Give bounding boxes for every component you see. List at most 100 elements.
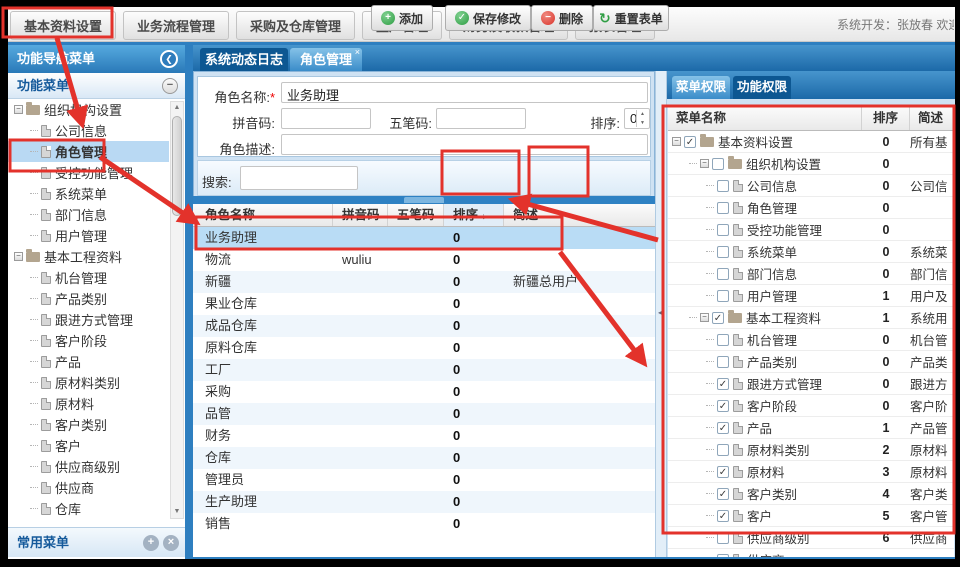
- sidebar-collapse-icon[interactable]: ❮: [160, 50, 178, 68]
- clear-favorite-icon[interactable]: ×: [163, 535, 179, 551]
- role-table-row[interactable]: 销售0: [193, 513, 655, 535]
- permission-row[interactable]: −组织机构设置0: [668, 153, 954, 175]
- role-desc-input[interactable]: [281, 134, 648, 155]
- permission-checkbox[interactable]: ✓: [684, 136, 696, 148]
- role-table-row[interactable]: 新疆0新疆总用户: [193, 271, 655, 293]
- perm-column-sort[interactable]: 排序: [862, 107, 910, 130]
- add-button[interactable]: +添加: [371, 5, 433, 31]
- permission-checkbox[interactable]: ✓: [712, 312, 724, 324]
- vertical-splitter[interactable]: ◂: [655, 71, 667, 557]
- role-table-row[interactable]: 品管0: [193, 403, 655, 425]
- sidebar-tree-item[interactable]: 原材料类别: [8, 372, 169, 393]
- sidebar-tree-item[interactable]: 角色管理: [8, 141, 169, 162]
- permission-checkbox[interactable]: [717, 246, 729, 258]
- permission-row[interactable]: 原材料类别2原材料: [668, 439, 954, 461]
- permission-row[interactable]: 产品类别0产品类: [668, 351, 954, 373]
- sidebar-footer[interactable]: 常用菜单 + ×: [8, 527, 185, 557]
- tree-toggle-icon[interactable]: −: [672, 137, 681, 146]
- save-button[interactable]: ✓保存修改: [445, 5, 531, 31]
- permission-row[interactable]: ✓原材料3原材料: [668, 461, 954, 483]
- sidebar-tree-item[interactable]: 跟进方式管理: [8, 309, 169, 330]
- permission-row[interactable]: 受控功能管理0: [668, 219, 954, 241]
- permission-row[interactable]: 机台管理0机台管: [668, 329, 954, 351]
- role-table-row[interactable]: 财务0: [193, 425, 655, 447]
- top-menu-item[interactable]: 业务流程管理: [123, 11, 229, 40]
- tab-role-management[interactable]: 角色管理 ×: [290, 48, 362, 71]
- delete-button[interactable]: −删除: [531, 5, 593, 31]
- pinyin-input[interactable]: [281, 108, 371, 129]
- permission-checkbox[interactable]: ✓: [717, 488, 729, 500]
- permission-checkbox[interactable]: [717, 268, 729, 280]
- sidebar-tree-item[interactable]: 系统菜单: [8, 183, 169, 204]
- sidebar-tree-item[interactable]: −组织机构设置: [8, 99, 169, 120]
- permission-checkbox[interactable]: ✓: [717, 400, 729, 412]
- top-menu-item[interactable]: 基本资料设置: [10, 11, 116, 40]
- sidebar-tree-item[interactable]: 机台管理: [8, 267, 169, 288]
- sidebar-tree-item[interactable]: −基本工程资料: [8, 246, 169, 267]
- collapse-left-icon[interactable]: ◂: [658, 308, 662, 317]
- perm-column-menu-name[interactable]: 菜单名称: [668, 107, 862, 130]
- column-header-desc[interactable]: 简述: [504, 204, 655, 226]
- sidebar-tree-item[interactable]: 供应商级别: [8, 456, 169, 477]
- role-table-row[interactable]: 成品仓库0: [193, 315, 655, 337]
- scrollbar-thumb[interactable]: [172, 116, 182, 216]
- sidebar-tree-item[interactable]: 用户管理: [8, 225, 169, 246]
- permission-row[interactable]: 系统菜单0系统菜: [668, 241, 954, 263]
- role-table-row[interactable]: 采购0: [193, 381, 655, 403]
- sidebar-tree-item[interactable]: 产品: [8, 351, 169, 372]
- role-name-input[interactable]: 业务助理: [281, 82, 648, 103]
- permission-row[interactable]: 供应商: [668, 549, 954, 557]
- permission-checkbox[interactable]: [717, 444, 729, 456]
- role-table-row[interactable]: 物流wuliu0: [193, 249, 655, 271]
- permission-checkbox[interactable]: ✓: [717, 466, 729, 478]
- tab-menu-permissions[interactable]: 菜单权限: [672, 76, 730, 99]
- permission-checkbox[interactable]: [717, 202, 729, 214]
- sidebar-tree-item[interactable]: 客户类别: [8, 414, 169, 435]
- tree-toggle-icon[interactable]: −: [700, 159, 709, 168]
- tab-function-permissions[interactable]: 功能权限: [733, 76, 791, 99]
- column-header-pinyin[interactable]: 拼音码: [333, 204, 388, 226]
- permission-checkbox[interactable]: [717, 180, 729, 192]
- permission-row[interactable]: 公司信息0公司信: [668, 175, 954, 197]
- sidebar-scrollbar[interactable]: ▲ ▼: [170, 101, 184, 519]
- role-table-row[interactable]: 工厂0: [193, 359, 655, 381]
- tree-toggle-icon[interactable]: −: [700, 313, 709, 322]
- tab-close-icon[interactable]: ×: [355, 48, 360, 57]
- permission-row[interactable]: ✓产品1产品管: [668, 417, 954, 439]
- add-favorite-icon[interactable]: +: [143, 535, 159, 551]
- permission-row[interactable]: ✓客户类别4客户类: [668, 483, 954, 505]
- permission-row[interactable]: ✓客户5客户管: [668, 505, 954, 527]
- sidebar-tree-item[interactable]: 原材料: [8, 393, 169, 414]
- top-menu-item[interactable]: 采购及仓库管理: [236, 11, 355, 40]
- tree-toggle-icon[interactable]: −: [14, 105, 23, 114]
- permission-row[interactable]: 用户管理1用户及: [668, 285, 954, 307]
- horizontal-splitter[interactable]: [193, 196, 655, 204]
- spinner-arrows-icon[interactable]: ▲▼: [636, 110, 648, 127]
- reset-button[interactable]: ↻重置表单: [593, 5, 669, 31]
- column-header-wubi[interactable]: 五笔码: [388, 204, 444, 226]
- role-table-row[interactable]: 业务助理0: [193, 227, 655, 249]
- permission-row[interactable]: ✓跟进方式管理0跟进方: [668, 373, 954, 395]
- column-header-sort[interactable]: 排序 ↓: [444, 204, 504, 226]
- permission-checkbox[interactable]: [717, 224, 729, 236]
- sidebar-section-header[interactable]: 功能菜单 −: [8, 73, 185, 99]
- sidebar-tree-item[interactable]: 产品类别: [8, 288, 169, 309]
- wubi-input[interactable]: [436, 108, 526, 129]
- role-table-row[interactable]: 果业仓库0: [193, 293, 655, 315]
- tab-system-log[interactable]: 系统动态日志: [200, 48, 288, 71]
- permission-checkbox[interactable]: [712, 158, 724, 170]
- collapse-minus-icon[interactable]: −: [162, 78, 178, 94]
- sidebar-tree-item[interactable]: 部门信息: [8, 204, 169, 225]
- role-table-row[interactable]: 生产助理0: [193, 491, 655, 513]
- search-input[interactable]: [240, 166, 358, 190]
- sidebar-tree-item[interactable]: 受控功能管理: [8, 162, 169, 183]
- tree-toggle-icon[interactable]: −: [14, 252, 23, 261]
- permission-row[interactable]: 供应商级别6供应商: [668, 527, 954, 549]
- permission-checkbox[interactable]: ✓: [717, 510, 729, 522]
- splitter-grip[interactable]: [404, 197, 444, 203]
- sidebar-tree-item[interactable]: 公司信息: [8, 120, 169, 141]
- permission-checkbox[interactable]: [717, 554, 729, 558]
- scroll-up-icon[interactable]: ▲: [171, 102, 183, 114]
- permission-checkbox[interactable]: ✓: [717, 378, 729, 390]
- role-table-row[interactable]: 管理员0: [193, 469, 655, 491]
